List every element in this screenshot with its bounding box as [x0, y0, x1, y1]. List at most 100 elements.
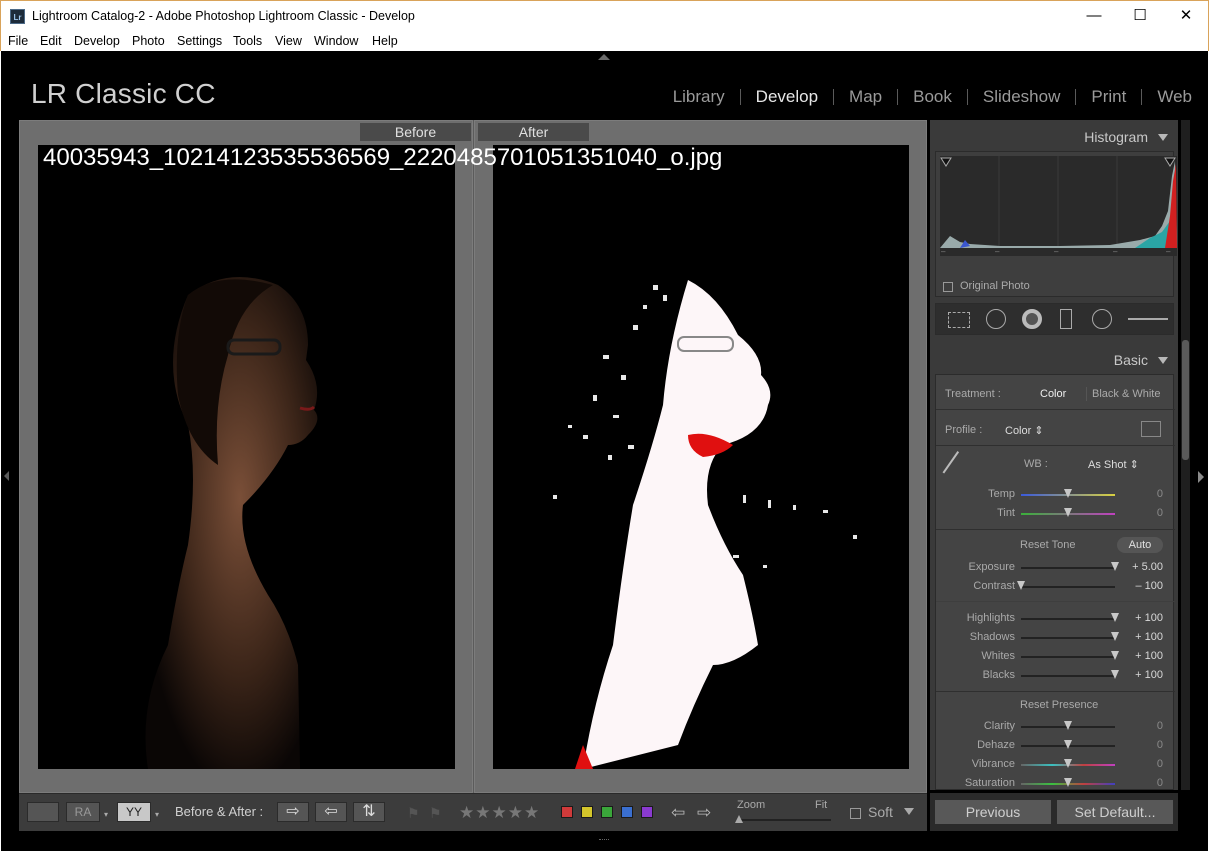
dropdown-chevron-icon[interactable]: ▾ [155, 810, 159, 819]
histogram-chart[interactable]: – – – – – [940, 156, 1177, 256]
module-print[interactable]: Print [1076, 87, 1141, 107]
whites-track[interactable] [1021, 656, 1115, 658]
vibrance-value[interactable]: 0 [1157, 758, 1163, 770]
maximize-button[interactable]: ☐ [1117, 1, 1163, 31]
vibrance-slider[interactable]: Vibrance 0 [936, 756, 1175, 774]
menu-tools[interactable]: Tools [233, 34, 262, 48]
previous-photo-arrow-icon[interactable]: ⇦ [671, 803, 685, 823]
left-panel-toggle-icon[interactable] [4, 471, 9, 481]
shadows-knob[interactable] [1111, 632, 1119, 641]
swap-before-after-icon[interactable]: ⇅ [353, 802, 385, 822]
exposure-track[interactable] [1021, 567, 1115, 569]
loupe-view-icon[interactable] [27, 802, 59, 822]
minimize-button[interactable]: — [1071, 1, 1117, 31]
shadows-track[interactable] [1021, 637, 1115, 639]
blacks-track[interactable] [1021, 675, 1115, 677]
menu-edit[interactable]: Edit [40, 34, 62, 48]
highlights-slider[interactable]: Highlights + 100 [936, 610, 1175, 628]
shadows-value[interactable]: + 100 [1135, 631, 1163, 643]
contrast-slider[interactable]: Contrast – 100 [936, 578, 1175, 596]
whites-slider[interactable]: Whites + 100 [936, 648, 1175, 666]
module-web[interactable]: Web [1142, 87, 1192, 107]
graduated-filter-icon[interactable] [1060, 309, 1072, 329]
whites-value[interactable]: + 100 [1135, 650, 1163, 662]
contrast-knob[interactable] [1017, 581, 1025, 590]
spot-removal-icon[interactable] [986, 309, 1006, 329]
clarity-slider[interactable]: Clarity 0 [936, 718, 1175, 736]
blacks-knob[interactable] [1111, 670, 1119, 679]
basic-header[interactable]: Basic [930, 346, 1178, 374]
collapse-triangle-icon[interactable] [1158, 357, 1168, 364]
crop-icon[interactable] [948, 312, 970, 328]
flag-reject-icon[interactable]: ⚑ [429, 805, 442, 822]
white-balance-eyedropper-icon[interactable] [942, 451, 976, 485]
contrast-value[interactable]: – 100 [1135, 580, 1163, 592]
module-library[interactable]: Library [658, 87, 740, 107]
color-label-blue[interactable] [621, 806, 633, 818]
color-label-yellow[interactable] [581, 806, 593, 818]
blacks-slider[interactable]: Blacks + 100 [936, 667, 1175, 685]
set-default-button[interactable]: Set Default... [1056, 799, 1174, 825]
menu-settings[interactable]: Settings [177, 34, 222, 48]
original-photo-checkbox[interactable] [943, 282, 953, 292]
right-panel-toggle-icon[interactable] [1198, 471, 1204, 483]
flag-pick-icon[interactable]: ⚑ [407, 805, 420, 822]
top-panel-toggle-icon[interactable] [598, 54, 610, 60]
highlights-value[interactable]: + 100 [1135, 612, 1163, 624]
blacks-value[interactable]: + 100 [1135, 669, 1163, 681]
right-panel-scrollbar[interactable] [1181, 120, 1190, 790]
toolbar-menu-chevron-icon[interactable] [904, 808, 914, 815]
reset-presence-label[interactable]: Reset Presence [1020, 699, 1098, 711]
zoom-slider[interactable] [737, 819, 831, 821]
module-slideshow[interactable]: Slideshow [968, 87, 1076, 107]
menu-help[interactable]: Help [372, 34, 398, 48]
dehaze-knob[interactable] [1064, 740, 1072, 749]
radial-filter-icon[interactable] [1092, 309, 1112, 329]
copy-after-to-before-icon[interactable]: ⇦ [315, 802, 347, 822]
profile-dropdown[interactable]: Color ⇕ [1005, 424, 1044, 437]
module-map[interactable]: Map [834, 87, 897, 107]
saturation-value[interactable]: 0 [1157, 777, 1163, 789]
adjustment-brush-icon[interactable] [1128, 318, 1168, 320]
soft-proofing-checkbox[interactable] [850, 808, 861, 819]
color-label-purple[interactable] [641, 806, 653, 818]
menu-develop[interactable]: Develop [74, 34, 120, 48]
temp-knob[interactable] [1064, 489, 1072, 498]
exposure-knob[interactable] [1111, 562, 1119, 571]
saturation-knob[interactable] [1064, 778, 1072, 787]
saturation-slider[interactable]: Saturation 0 [936, 775, 1175, 793]
highlights-knob[interactable] [1111, 613, 1119, 622]
tint-slider[interactable]: Tint 0 [936, 505, 1175, 523]
highlights-track[interactable] [1021, 618, 1115, 620]
profile-browser-grid-icon[interactable] [1141, 421, 1161, 437]
menu-view[interactable]: View [275, 34, 302, 48]
contrast-track[interactable] [1021, 586, 1115, 588]
color-label-red[interactable] [561, 806, 573, 818]
dehaze-value[interactable]: 0 [1157, 739, 1163, 751]
vibrance-knob[interactable] [1064, 759, 1072, 768]
treatment-bw-option[interactable]: Black & White [1092, 388, 1160, 400]
exposure-slider[interactable]: Exposure + 5.00 [936, 559, 1175, 577]
tint-value[interactable]: 0 [1157, 507, 1163, 519]
menu-window[interactable]: Window [314, 34, 358, 48]
next-photo-arrow-icon[interactable]: ⇨ [697, 803, 711, 823]
reset-tone-label[interactable]: Reset Tone [1020, 539, 1075, 551]
histogram-header[interactable]: Histogram [930, 123, 1178, 151]
menu-file[interactable]: File [8, 34, 28, 48]
tint-knob[interactable] [1064, 508, 1072, 517]
exposure-value[interactable]: + 5.00 [1132, 561, 1163, 573]
dehaze-slider[interactable]: Dehaze 0 [936, 737, 1175, 755]
temp-slider[interactable]: Temp 0 [936, 486, 1175, 504]
treatment-color-option[interactable]: Color [1040, 388, 1066, 400]
close-button[interactable]: ✕ [1163, 1, 1209, 31]
auto-tone-button[interactable]: Auto [1117, 537, 1163, 553]
before-after-split-button[interactable]: YY [117, 802, 151, 822]
filmstrip-toggle-icon[interactable] [599, 839, 609, 841]
copy-before-to-after-icon[interactable]: ⇨ [277, 802, 309, 822]
previous-button[interactable]: Previous [934, 799, 1052, 825]
clarity-value[interactable]: 0 [1157, 720, 1163, 732]
star-rating[interactable]: ★★★★★ [459, 803, 540, 823]
red-eye-icon[interactable] [1022, 309, 1042, 329]
color-label-green[interactable] [601, 806, 613, 818]
module-book[interactable]: Book [898, 87, 967, 107]
